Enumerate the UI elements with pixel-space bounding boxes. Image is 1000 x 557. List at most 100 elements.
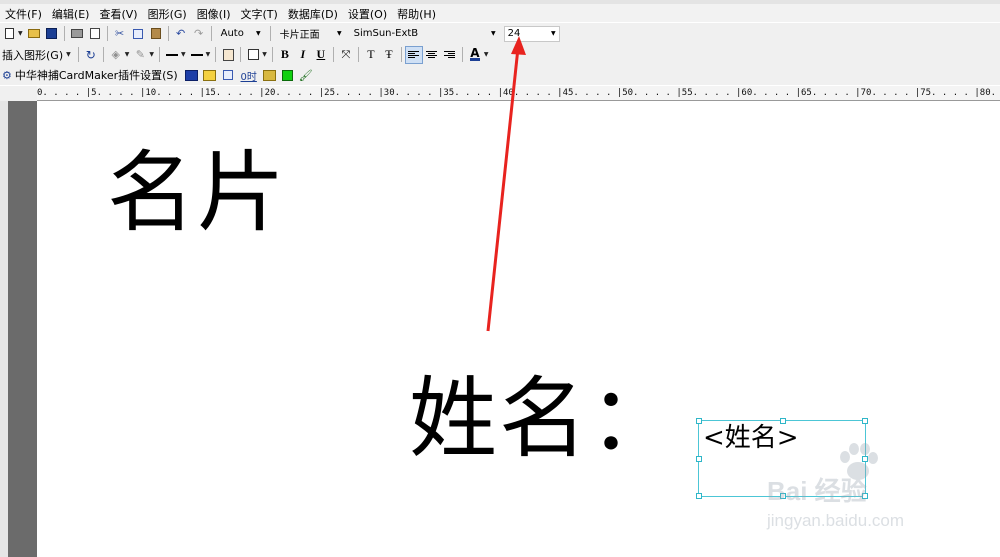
paste-icon [150, 28, 161, 39]
new-file-button[interactable] [1, 26, 17, 42]
align-center-button[interactable] [424, 47, 440, 63]
plugin-list-button[interactable] [202, 67, 218, 83]
align-left-button[interactable] [404, 45, 423, 64]
menu-help[interactable]: 帮助(H) [392, 7, 441, 23]
plugin-copy-button[interactable] [220, 67, 236, 83]
plugin-settings-button[interactable]: ⚙ 中华神捕CardMaker插件设置(S) [0, 67, 180, 83]
separator [167, 26, 169, 41]
separator [269, 26, 271, 41]
chevron-down-icon[interactable]: ▼ [206, 51, 211, 58]
pen-icon: ✎ [135, 48, 145, 61]
rotate-button[interactable]: ↻ [83, 47, 99, 63]
menu-file[interactable]: 文件(F) [0, 7, 47, 23]
menu-shape[interactable]: 图形(G) [143, 7, 192, 23]
font-size-combo[interactable]: 24 ▼ [503, 25, 560, 42]
name-field-placeholder: <姓名> [703, 423, 799, 453]
dash-style-button[interactable] [189, 47, 205, 63]
picture-icon [222, 48, 234, 61]
gear-icon: ⚙ [2, 68, 12, 82]
line-color-button[interactable]: ✎ [132, 47, 148, 63]
insert-shape-label: 插入图形(G) [2, 48, 64, 62]
save-button[interactable] [44, 26, 60, 42]
font-family-combo[interactable]: SimSun-ExtB ▼ [350, 26, 500, 42]
chevron-down-icon[interactable]: ▼ [125, 51, 130, 58]
align-right-button[interactable] [442, 47, 458, 63]
chevron-down-icon[interactable]: ▼ [262, 51, 267, 58]
menu-settings[interactable]: 设置(O) [343, 7, 392, 23]
watermark-logo-text: Bai 经验 [767, 476, 867, 506]
fill-color-button[interactable]: ◈ [108, 47, 124, 63]
plugin-green-button[interactable] [280, 67, 296, 83]
separator [158, 47, 160, 62]
stack-icon [222, 70, 233, 80]
auto-combo[interactable]: Auto ▼ [217, 26, 265, 42]
separator [63, 26, 65, 41]
resize-handle-left[interactable] [696, 456, 702, 462]
plugin-blue-button[interactable] [184, 67, 200, 83]
menu-view[interactable]: 查看(V) [94, 7, 142, 23]
menu-text[interactable]: 文字(T) [236, 7, 283, 23]
menu-edit[interactable]: 编辑(E) [47, 7, 95, 23]
printer-icon [70, 29, 83, 38]
font-family-value: SimSun-ExtB [353, 28, 419, 39]
cut-button[interactable]: ✂ [112, 26, 128, 42]
plugin-data-button[interactable]: 0时 [238, 67, 260, 83]
separator [400, 47, 402, 62]
undo-button[interactable]: ↶ [173, 26, 189, 42]
plugin-brush-button[interactable]: 🖌 [298, 67, 314, 83]
open-button[interactable] [26, 26, 42, 42]
chevron-down-icon[interactable]: ▼ [149, 51, 154, 58]
data-link: 0时 [240, 71, 257, 83]
horizontal-ruler: 0. . . . |5. . . . |10. . . . |15. . . .… [37, 86, 1000, 101]
redo-icon: ↷ [194, 27, 204, 40]
resize-handle-top-right[interactable] [862, 418, 868, 424]
copy-button[interactable] [130, 26, 146, 42]
ruler-scale: 0. . . . |5. . . . |10. . . . |15. . . .… [37, 88, 1000, 98]
card-title-text[interactable]: 名片 [107, 143, 287, 243]
print-preview-button[interactable] [87, 26, 103, 42]
chevron-down-icon[interactable]: ▼ [181, 51, 186, 58]
vertical-text-button[interactable]: Ŧ [381, 47, 397, 63]
menu-image[interactable]: 图像(I) [192, 7, 236, 23]
brush-icon: 🖌 [298, 68, 313, 82]
watermark-url: jingyan.baidu.com [767, 511, 905, 530]
print-button[interactable] [69, 26, 85, 42]
frame-button[interactable] [245, 47, 261, 63]
redo-button[interactable]: ↷ [191, 26, 207, 42]
bold-button[interactable]: B [277, 47, 293, 63]
name-label-text[interactable]: 姓名： [409, 369, 679, 469]
chevron-down-icon: ▼ [256, 30, 261, 37]
resize-handle-bottom-left[interactable] [696, 493, 702, 499]
plugin-toolbar: ⚙ 中华神捕CardMaker插件设置(S) 0时 🖌 [0, 65, 1000, 85]
chevron-down-icon: ▼ [551, 30, 556, 37]
italic-button[interactable]: I [295, 47, 311, 63]
text-box-button[interactable]: T [363, 47, 379, 63]
underline-button[interactable]: U [313, 47, 329, 63]
font-size-value: 24 [507, 28, 521, 39]
open-folder-icon [27, 29, 40, 38]
chevron-down-icon: ▼ [491, 30, 496, 37]
card-side-combo[interactable]: 卡片正面 ▼ [276, 26, 346, 42]
menu-bar: 文件(F) 编辑(E) 查看(V) 图形(G) 图像(I) 文字(T) 数据库(… [0, 0, 1000, 22]
print-preview-icon [89, 28, 100, 39]
ruler-corner [0, 86, 37, 101]
save-disk-icon [46, 28, 58, 39]
font-color-button[interactable]: A [467, 47, 483, 63]
resize-handle-top-left[interactable] [696, 418, 702, 424]
chevron-down-icon: ▼ [66, 51, 71, 58]
menu-database[interactable]: 数据库(D) [283, 7, 343, 23]
card-canvas[interactable]: 名片 姓名： <姓名> Bai 经验 jingyan.baidu.com [37, 101, 1000, 557]
copy-icon [132, 28, 143, 39]
paste-button[interactable] [148, 26, 164, 42]
line-style-button[interactable] [164, 47, 180, 63]
plugin-table-button[interactable] [262, 67, 278, 83]
insert-shape-button[interactable]: 插入图形(G) ▼ [0, 47, 75, 63]
new-dropdown-arrow-icon[interactable]: ▼ [18, 30, 23, 37]
chevron-down-icon[interactable]: ▼ [484, 51, 489, 58]
insert-picture-button[interactable] [220, 47, 236, 63]
resize-handle-top[interactable] [780, 418, 786, 424]
separator [210, 26, 212, 41]
format-toolbar: 插入图形(G) ▼ ↻ ◈ ▼ ✎ ▼ ▼ ▼ ▼ B I U ⤧ T Ŧ A … [0, 44, 1000, 65]
text-effect-button[interactable]: ⤧ [338, 47, 354, 63]
separator [77, 47, 79, 62]
